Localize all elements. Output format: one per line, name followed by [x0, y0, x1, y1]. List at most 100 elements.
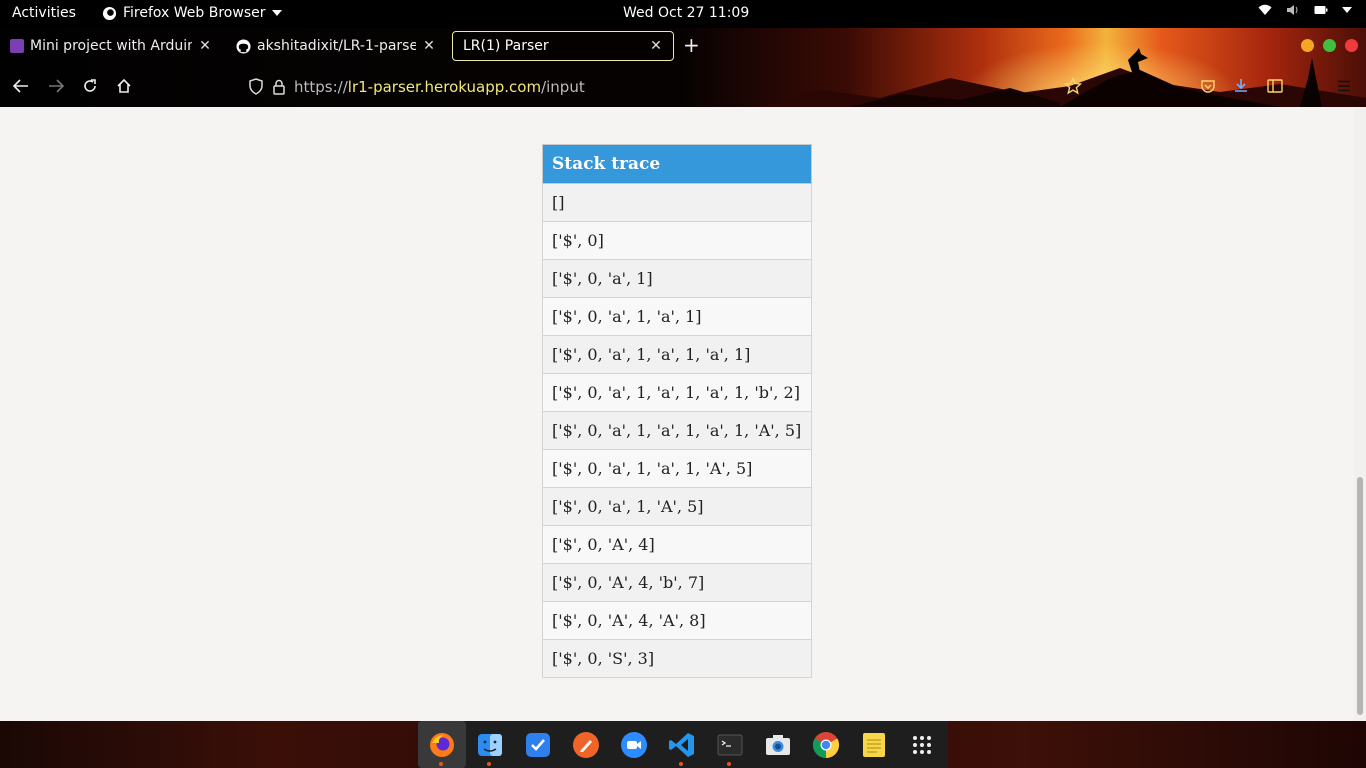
browser-toolbar: Mini project with Arduino ✕ akshitadixit…: [0, 28, 1366, 107]
stack-trace-rows: [] ['$', 0] ['$', 0, 'a', 1] ['$', 0, 'a', …: [542, 183, 812, 678]
stack-trace-table: Stack trace [] ['$', 0] ['$', 0, 'a', 1] ['…: [542, 144, 812, 678]
hamburger-menu-icon: [1338, 80, 1350, 92]
tab-github-repo[interactable]: akshitadixit/LR-1-parser: T ✕: [226, 31, 446, 61]
app-menu[interactable]: Firefox Web Browser: [102, 5, 282, 21]
wifi-icon: [1258, 4, 1272, 15]
url-scheme: https://: [294, 78, 348, 96]
tab-title: Mini project with Arduino: [30, 38, 192, 54]
running-indicator: [439, 762, 443, 766]
navigation-bar: https://lr1-parser.herokuapp.com/input: [0, 70, 1366, 103]
dock-screenshot[interactable]: [754, 721, 802, 768]
terminal-icon: [717, 734, 743, 755]
finder-icon: [478, 733, 502, 756]
url-text[interactable]: https://lr1-parser.herokuapp.com/input: [294, 78, 585, 96]
table-row: ['$', 0, 'a', 1, 'a', 1]: [542, 297, 812, 336]
running-indicator: [727, 762, 731, 766]
chevron-down-icon: [271, 10, 282, 16]
app-menu-label: Firefox Web Browser: [123, 5, 266, 21]
table-row: ['$', 0, 'S', 3]: [542, 639, 812, 678]
dock: [418, 721, 948, 768]
pocket-button[interactable]: [1197, 75, 1219, 97]
reload-button[interactable]: [79, 75, 101, 97]
forward-arrow-icon: [49, 79, 64, 93]
dock-firefox[interactable]: [418, 721, 466, 768]
close-icon[interactable]: ✕: [198, 38, 212, 54]
close-icon[interactable]: ✕: [649, 38, 663, 54]
stack-trace-cell: ['$', 0]: [542, 221, 812, 260]
battery-icon: [1314, 6, 1328, 14]
downloads-button[interactable]: [1230, 75, 1252, 97]
reload-icon: [84, 79, 96, 92]
star-icon: [1064, 77, 1082, 95]
forward-button[interactable]: [45, 75, 67, 97]
tab-lr1-parser[interactable]: LR(1) Parser ✕: [452, 31, 674, 61]
stack-trace-cell: []: [542, 183, 812, 222]
stack-trace-cell: ['$', 0, 'a', 1]: [542, 259, 812, 298]
table-row: ['$', 0, 'a', 1, 'A', 5]: [542, 487, 812, 526]
dock-terminal[interactable]: [706, 721, 754, 768]
dock-zoom[interactable]: [610, 721, 658, 768]
sidebar-button[interactable]: [1264, 75, 1286, 97]
home-button[interactable]: [113, 75, 135, 97]
back-button[interactable]: [10, 75, 32, 97]
activities-button[interactable]: Activities: [12, 5, 76, 21]
app-grid-icon: [913, 735, 931, 754]
dock-files[interactable]: [466, 721, 514, 768]
web-page-content: Stack trace [] ['$', 0] ['$', 0, 'a', 1] ['…: [0, 107, 1354, 721]
table-row: []: [542, 183, 812, 222]
dock-chrome[interactable]: [802, 721, 850, 768]
url-path: /input: [541, 78, 585, 96]
stack-trace-cell: ['$', 0, 'a', 1, 'A', 5]: [542, 487, 812, 526]
camera-icon: [621, 731, 647, 758]
window-controls: [1301, 39, 1358, 52]
scrollbar-thumb[interactable]: [1357, 477, 1363, 715]
tab-title: LR(1) Parser: [463, 38, 549, 54]
running-indicator: [679, 762, 683, 766]
app-menu-button[interactable]: [1333, 75, 1355, 97]
home-icon: [117, 78, 131, 93]
bookmark-button[interactable]: [1062, 75, 1084, 97]
system-top-bar: Activities Firefox Web Browser Wed Oct 2…: [0, 0, 1366, 28]
notes-icon: [863, 732, 885, 757]
dock-notes[interactable]: [850, 721, 898, 768]
stack-trace-cell: ['$', 0, 'S', 3]: [542, 639, 812, 678]
shield-icon: [249, 78, 263, 95]
stack-trace-cell: ['$', 0, 'a', 1, 'a', 1, 'a', 1, 'A', 5]: [542, 411, 812, 450]
url-host: lr1-parser.herokuapp.com: [347, 78, 542, 96]
dock-sketch[interactable]: [562, 721, 610, 768]
table-row: ['$', 0, 'a', 1, 'a', 1, 'A', 5]: [542, 449, 812, 488]
system-tray[interactable]: [1258, 4, 1352, 16]
classroom-icon: [10, 39, 24, 53]
firefox-icon: [430, 732, 454, 757]
new-tab-button[interactable]: +: [683, 34, 700, 56]
close-window-button[interactable]: [1345, 39, 1358, 52]
stack-trace-cell: ['$', 0, 'a', 1, 'a', 1, 'a', 1, 'b', 2]: [542, 373, 812, 412]
stack-trace-cell: ['$', 0, 'A', 4, 'A', 8]: [542, 601, 812, 640]
tab-mini-project[interactable]: Mini project with Arduino ✕: [0, 31, 222, 61]
dock-vscode[interactable]: [658, 721, 706, 768]
table-row: ['$', 0, 'A', 4, 'b', 7]: [542, 563, 812, 602]
stack-trace-cell: ['$', 0, 'A', 4]: [542, 525, 812, 564]
clock[interactable]: Wed Oct 27 11:09: [623, 5, 749, 21]
table-row: ['$', 0, 'A', 4]: [542, 525, 812, 564]
vscode-icon: [669, 732, 694, 757]
tab-title: akshitadixit/LR-1-parser: T: [257, 38, 416, 54]
stack-trace-cell: ['$', 0, 'A', 4, 'b', 7]: [542, 563, 812, 602]
lock-icon: [273, 79, 285, 95]
screenshot-icon: [766, 734, 790, 755]
stack-trace-cell: ['$', 0, 'a', 1, 'a', 1, 'A', 5]: [542, 449, 812, 488]
power-menu-icon: [1342, 7, 1352, 13]
page-scrollbar[interactable]: [1354, 107, 1366, 721]
maximize-button[interactable]: [1323, 39, 1336, 52]
chrome-icon: [812, 731, 840, 758]
table-row: ['$', 0, 'a', 1, 'a', 1, 'a', 1]: [542, 335, 812, 374]
url-bar[interactable]: https://lr1-parser.herokuapp.com/input: [248, 74, 1028, 100]
checkbox-icon: [526, 732, 550, 757]
dock-tasks[interactable]: [514, 721, 562, 768]
close-icon[interactable]: ✕: [422, 38, 436, 54]
dock-show-apps[interactable]: [898, 721, 946, 768]
github-icon: [236, 38, 251, 54]
minimize-button[interactable]: [1301, 39, 1314, 52]
table-header: Stack trace: [542, 144, 812, 184]
pocket-icon: [1201, 80, 1215, 93]
